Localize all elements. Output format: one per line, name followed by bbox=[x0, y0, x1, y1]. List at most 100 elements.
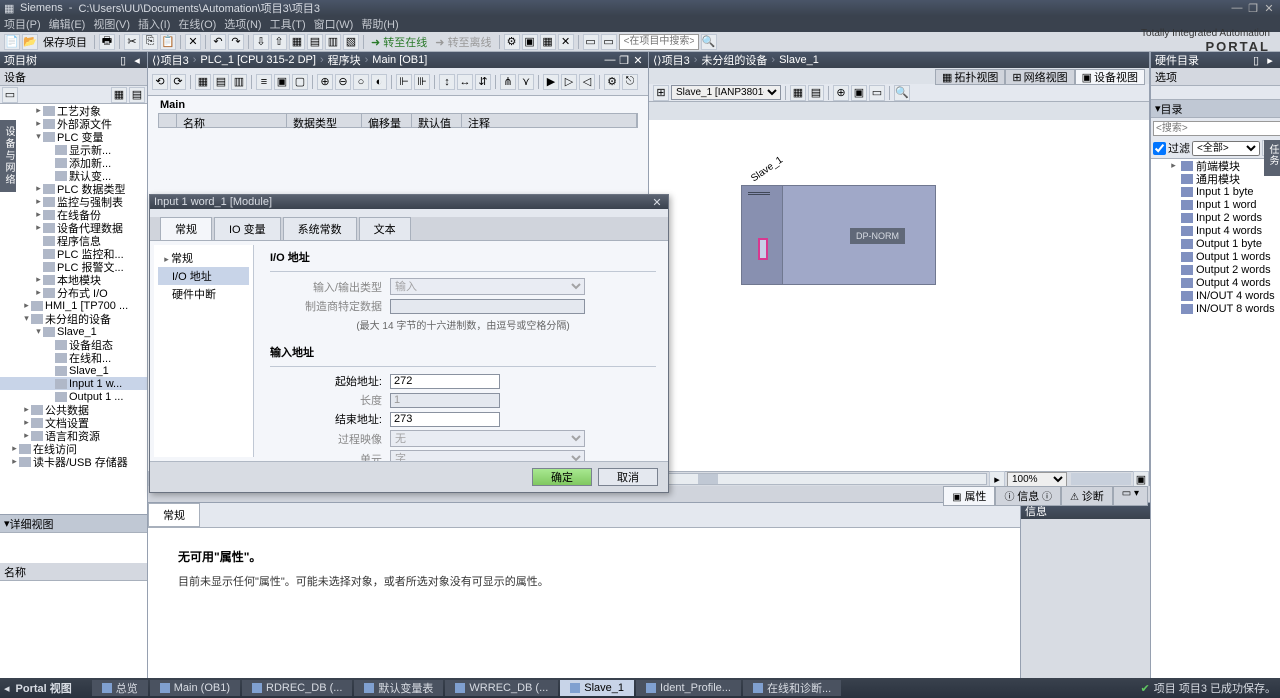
tool-icon[interactable]: ▭ bbox=[601, 34, 617, 50]
tool-icon[interactable]: ▤ bbox=[307, 34, 323, 50]
catalog-head[interactable]: ▾ 目录 bbox=[1151, 100, 1280, 118]
min-button[interactable]: — bbox=[1230, 2, 1244, 14]
tool-icon[interactable]: ▦ bbox=[289, 34, 305, 50]
filter-select[interactable]: <全部> bbox=[1192, 141, 1260, 156]
tool-icon[interactable]: ▧ bbox=[343, 34, 359, 50]
max-icon[interactable]: ❐ bbox=[618, 54, 630, 67]
tree-row[interactable]: ▸读卡器/USB 存储器 bbox=[0, 455, 147, 468]
slave-module[interactable]: DP-NORM bbox=[741, 185, 936, 285]
side-tab-devices[interactable]: 设备与网络 bbox=[0, 120, 16, 192]
upload-icon[interactable]: ⇧ bbox=[271, 34, 287, 50]
scroll-right-icon[interactable]: ▸ bbox=[989, 471, 1005, 487]
sb-tab[interactable]: 默认变量表 bbox=[354, 680, 443, 696]
ed-btn[interactable]: ▷ bbox=[561, 74, 577, 90]
options-header[interactable]: 选项 bbox=[1151, 68, 1280, 86]
pin-icon[interactable]: ◂ bbox=[131, 54, 143, 67]
menu-item[interactable]: 帮助(H) bbox=[361, 16, 398, 32]
props-tab-general[interactable]: 常规 bbox=[148, 503, 200, 527]
cancel-button[interactable]: 取消 bbox=[598, 468, 658, 486]
tab-network[interactable]: ⊞网络视图 bbox=[1005, 69, 1074, 85]
tree-row[interactable]: Slave_1 bbox=[0, 364, 147, 377]
menu-item[interactable]: 视图(V) bbox=[93, 16, 130, 32]
tree-row[interactable]: ▾未分组的设备 bbox=[0, 312, 147, 325]
tab-properties[interactable]: ▣ 属性 bbox=[943, 486, 995, 506]
catalog-item[interactable]: Output 1 byte bbox=[1151, 237, 1280, 250]
dev-btn[interactable]: ▦ bbox=[790, 85, 806, 101]
dialog-tab-general[interactable]: 常规 bbox=[160, 217, 212, 240]
dev-btn[interactable]: ⊕ bbox=[833, 85, 849, 101]
ed-btn[interactable]: ⎋ bbox=[622, 74, 638, 90]
device-canvas[interactable]: Slave_1 DP-NORM bbox=[649, 120, 1149, 471]
zoom-slider[interactable] bbox=[1071, 473, 1131, 485]
sb-tab[interactable]: Main (OB1) bbox=[150, 680, 240, 696]
tool-icon[interactable]: ▦ bbox=[540, 34, 556, 50]
tool-icon[interactable]: ▣ bbox=[522, 34, 538, 50]
menu-item[interactable]: 插入(I) bbox=[138, 16, 170, 32]
ed-btn[interactable]: ◐ bbox=[371, 74, 387, 90]
dialog-nav-io-address[interactable]: I/O 地址 bbox=[158, 267, 249, 285]
start-address-input[interactable] bbox=[390, 374, 500, 389]
zoom-fit-icon[interactable]: 🔍 bbox=[894, 85, 910, 101]
go-online-button[interactable]: ➜ 转至在线 bbox=[368, 34, 430, 50]
ed-btn[interactable]: ⋔ bbox=[500, 74, 516, 90]
zoom-select[interactable]: 100% bbox=[1007, 472, 1067, 487]
dialog-tab-text[interactable]: 文本 bbox=[359, 217, 411, 240]
tree-btn[interactable]: ▭ bbox=[2, 87, 18, 103]
tab-device[interactable]: ▣设备视图 bbox=[1075, 69, 1145, 85]
ed-btn[interactable]: ○ bbox=[353, 74, 369, 90]
delete-icon[interactable]: ✕ bbox=[185, 34, 201, 50]
catalog-item[interactable]: IN/OUT 8 words bbox=[1151, 302, 1280, 315]
tab-info[interactable]: ⓘ 信息 ⓘ bbox=[995, 486, 1061, 506]
copy-icon[interactable]: ⎘ bbox=[142, 34, 158, 50]
menu-item[interactable]: 工具(T) bbox=[270, 16, 306, 32]
nav-icon[interactable]: ⟨⟩ bbox=[152, 54, 161, 67]
portal-view-button[interactable]: Portal 视图 bbox=[16, 680, 72, 696]
ed-btn[interactable]: ▤ bbox=[213, 74, 229, 90]
download-icon[interactable]: ⇩ bbox=[253, 34, 269, 50]
h-scrollbar[interactable] bbox=[667, 473, 987, 485]
dialog-tab-iovars[interactable]: IO 变量 bbox=[214, 217, 281, 240]
sb-tab[interactable]: 总览 bbox=[92, 680, 148, 696]
module-slot[interactable] bbox=[758, 238, 768, 260]
dialog-nav-general[interactable]: ▸常规 bbox=[158, 249, 249, 267]
menu-item[interactable]: 在线(O) bbox=[178, 16, 216, 32]
catalog-item[interactable]: Output 2 words bbox=[1151, 263, 1280, 276]
tool-icon[interactable]: ⚙ bbox=[504, 34, 520, 50]
catalog-item[interactable]: 通用模块 bbox=[1151, 172, 1280, 185]
new-icon[interactable]: 📄 bbox=[4, 34, 20, 50]
expand-icon[interactable]: ▣ bbox=[1133, 471, 1149, 487]
dialog-tab-sysconst[interactable]: 系统常数 bbox=[283, 217, 357, 240]
tree-btn[interactable]: ▤ bbox=[129, 87, 145, 103]
ed-btn[interactable]: ↕ bbox=[439, 74, 455, 90]
ed-btn[interactable]: ⊪ bbox=[414, 74, 430, 90]
ed-btn[interactable]: ⟲ bbox=[152, 74, 168, 90]
dev-btn[interactable]: ▭ bbox=[869, 85, 885, 101]
ed-btn[interactable]: ⇵ bbox=[475, 74, 491, 90]
max-button[interactable]: ❐ bbox=[1246, 2, 1260, 14]
min-icon[interactable]: — bbox=[604, 54, 616, 67]
catalog-search-input[interactable] bbox=[1153, 121, 1280, 136]
cut-icon[interactable]: ✂ bbox=[124, 34, 140, 50]
search-icon[interactable]: 🔍 bbox=[701, 34, 717, 50]
side-tab-tasks[interactable]: 任务 bbox=[1264, 140, 1280, 176]
cancel-icon[interactable]: ✕ bbox=[558, 34, 574, 50]
close-icon[interactable]: ✕ bbox=[632, 54, 644, 67]
tree-btn[interactable]: ▦ bbox=[111, 87, 127, 103]
ed-btn[interactable]: ⋎ bbox=[518, 74, 534, 90]
undo-icon[interactable]: ↶ bbox=[210, 34, 226, 50]
collapse-icon[interactable]: ▯ bbox=[1250, 54, 1262, 67]
ed-btn[interactable]: ▶ bbox=[543, 74, 559, 90]
tool-icon[interactable]: ▭ bbox=[583, 34, 599, 50]
catalog-item[interactable]: IN/OUT 4 words bbox=[1151, 289, 1280, 302]
dialog-nav-hw-irq[interactable]: 硬件中断 bbox=[158, 285, 249, 303]
tree-row[interactable]: ▸分布式 I/O bbox=[0, 286, 147, 299]
menu-item[interactable]: 编辑(E) bbox=[49, 16, 86, 32]
pin-icon[interactable]: ▸ bbox=[1264, 54, 1276, 67]
paste-icon[interactable]: 📋 bbox=[160, 34, 176, 50]
dialog-title-bar[interactable]: Input 1 word_1 [Module] ✕ bbox=[150, 195, 668, 209]
dialog-close-icon[interactable]: ✕ bbox=[650, 196, 664, 209]
ed-btn[interactable]: ◁ bbox=[579, 74, 595, 90]
tree-row[interactable]: Input 1 w... bbox=[0, 377, 147, 390]
print-icon[interactable]: 🖶 bbox=[99, 34, 115, 50]
collapse-icon[interactable]: ▯ bbox=[117, 54, 129, 67]
